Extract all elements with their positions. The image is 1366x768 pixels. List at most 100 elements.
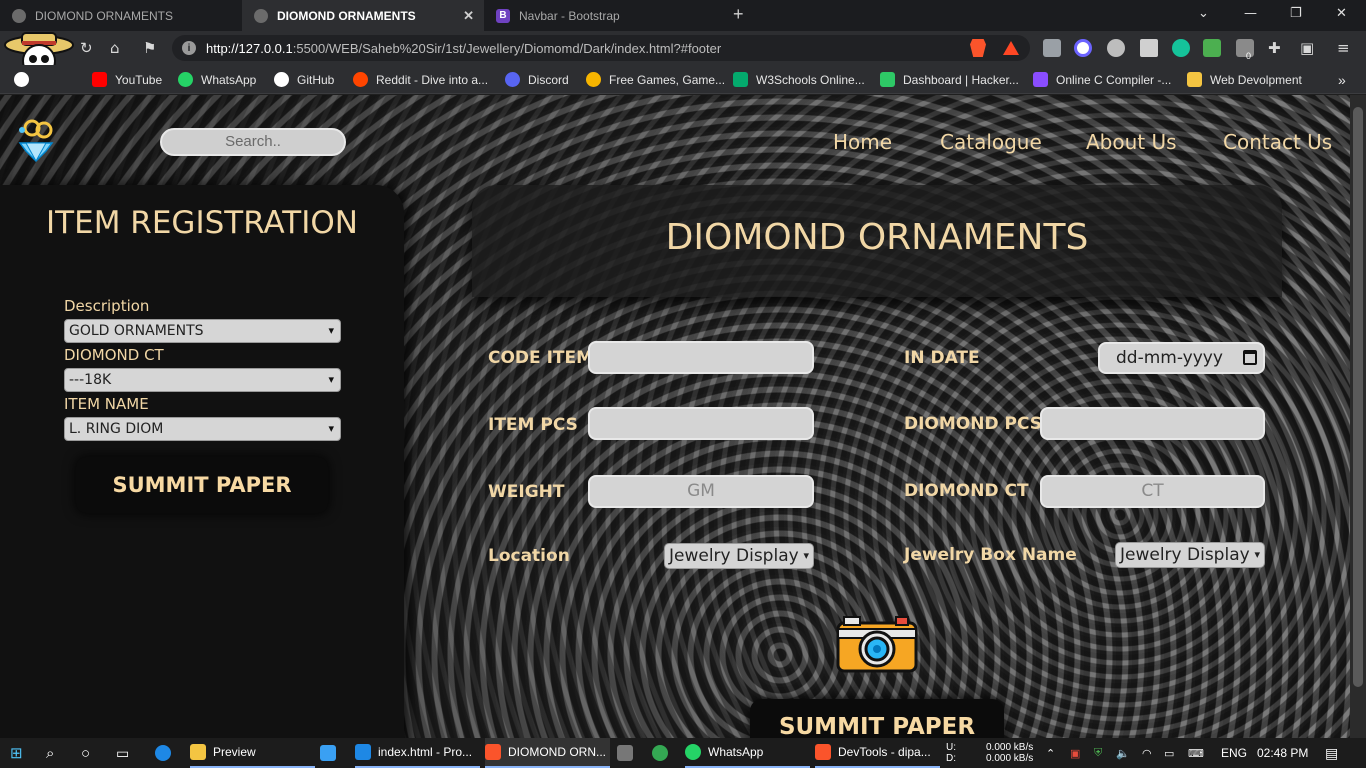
nav-about-us[interactable]: About Us [1086, 130, 1177, 154]
bookmark-reddit[interactable]: Reddit - Dive into a... [353, 72, 488, 87]
taskbar-diomond-ornaments[interactable]: DIOMOND ORN... [485, 738, 610, 768]
extension-block-icon[interactable] [1074, 39, 1092, 57]
terminal-icon [617, 745, 633, 761]
weight-label: WEIGHT [488, 482, 565, 502]
chevron-down-icon: ▾ [1254, 548, 1260, 561]
games-icon [586, 72, 601, 87]
restore-button[interactable]: ❐ [1290, 6, 1302, 21]
chevron-down-icon: ▾ [328, 324, 334, 337]
item-pcs-label: ITEM PCS [488, 415, 578, 435]
code-item-input[interactable] [588, 341, 814, 374]
menu-icon[interactable]: ≡ [1337, 39, 1350, 57]
terminal-app[interactable] [617, 738, 640, 768]
extension-database-icon[interactable] [1140, 39, 1158, 57]
location-select[interactable]: Jewelry Display ▾ [664, 543, 814, 569]
bookmark-hackerrank[interactable]: Dashboard | Hacker... [880, 72, 1019, 87]
home-icon[interactable]: ⌂ [110, 39, 120, 57]
jewellery-logo-icon[interactable] [12, 115, 60, 163]
code-item-label: CODE ITEM [488, 348, 594, 368]
brave-rewards-icon[interactable] [1003, 41, 1019, 55]
cortana-icon[interactable]: ○ [81, 738, 90, 768]
taskbar-preview[interactable]: Preview [190, 738, 315, 768]
minimize-button[interactable]: — [1244, 6, 1257, 21]
search-input[interactable]: Search.. [160, 128, 346, 156]
bookmark-web-devolpment[interactable]: Web Devolpment [1187, 72, 1302, 87]
edge-icon [155, 745, 171, 761]
wallet-icon[interactable]: ▣ [1300, 39, 1314, 57]
form-submit-button[interactable]: SUMMIT PAPER [750, 699, 1004, 738]
scrollbar-thumb[interactable] [1353, 107, 1363, 687]
taskbar-devtools[interactable]: DevTools - dipa... [815, 738, 940, 768]
edge-app[interactable] [155, 738, 178, 768]
camera-icon[interactable] [836, 615, 918, 673]
jewelry-box-select[interactable]: Jewelry Display ▾ [1115, 542, 1265, 568]
grammarly-icon[interactable] [1172, 39, 1190, 57]
battery-icon[interactable]: ▭ [1164, 738, 1174, 768]
security-icon[interactable]: ⛨ [1094, 738, 1102, 768]
taskbar-vscode[interactable]: index.html - Pro... [355, 738, 480, 768]
taskbar-whatsapp[interactable]: WhatsApp [685, 738, 810, 768]
diomond-pcs-input[interactable] [1040, 407, 1265, 440]
reload-icon[interactable]: ↻ [80, 39, 93, 57]
diomond-ct-select[interactable]: ---18K ▾ [64, 368, 341, 392]
language-indicator[interactable]: ENG [1221, 738, 1247, 768]
keyboard-icon[interactable]: ⌨ [1188, 738, 1204, 768]
close-tab-icon[interactable]: ✕ [463, 8, 474, 24]
bookmark-w3schools[interactable]: W3Schools Online... [733, 72, 865, 87]
new-tab-button[interactable]: + [733, 4, 744, 25]
tray-app-icon[interactable]: ▣ [1070, 738, 1080, 768]
tab-search-icon[interactable]: ⌄ [1198, 6, 1209, 21]
url-field[interactable]: i http://127.0.0.1:5500/WEB/Saheb%20Sir/… [172, 35, 1030, 61]
bookmark-google[interactable] [14, 72, 37, 87]
nav-home[interactable]: Home [833, 130, 892, 154]
jewelry-box-name-label: Jewelry Box Name [904, 545, 1077, 565]
chrome-icon [652, 745, 668, 761]
in-date-input[interactable]: dd-mm-yyyy [1098, 342, 1265, 374]
extensions-puzzle-icon[interactable]: ✚ [1268, 39, 1281, 57]
net-up-value: 0.000 kB/s [986, 742, 1034, 753]
left-submit-button[interactable]: SUMMIT PAPER [76, 457, 328, 513]
clock[interactable]: 02:48 PM [1257, 738, 1308, 768]
bookmark-label: W3Schools Online... [756, 72, 865, 87]
net-up-label: U: [946, 742, 956, 753]
diomond-ct-input[interactable]: CT [1040, 475, 1265, 508]
nav-contact-us[interactable]: Contact Us [1223, 130, 1332, 154]
bookmark-github[interactable]: GitHub [274, 72, 334, 87]
bookmark-icon[interactable]: ⚑ [143, 39, 156, 57]
bookmarks-overflow-button[interactable]: » [1338, 72, 1346, 88]
bookmark-free-games[interactable]: Free Games, Game... [586, 72, 725, 87]
tab-title: Navbar - Bootstrap [519, 8, 620, 23]
task-view-icon[interactable]: ▭ [116, 738, 129, 768]
bookmark-label: Reddit - Dive into a... [376, 72, 489, 87]
search-icon[interactable]: ⌕ [46, 738, 54, 768]
calendar-icon[interactable] [1243, 350, 1257, 365]
wifi-icon[interactable]: ◠ [1142, 738, 1152, 768]
hero-banner: DIOMOND ORNAMENTS [472, 185, 1282, 297]
close-window-button[interactable]: ✕ [1336, 6, 1347, 21]
extension-circle-icon[interactable] [1107, 39, 1125, 57]
windows-start-icon[interactable]: ⊞ [10, 738, 23, 768]
page-scrollbar[interactable] [1350, 95, 1366, 738]
extension-badge-icon[interactable] [1236, 39, 1254, 57]
extension-color-icon[interactable] [1203, 39, 1221, 57]
tab-diomond-ornaments-2[interactable]: DIOMOND ORNAMENTS ✕ [242, 0, 484, 31]
bookmark-label: Web Devolpment [1210, 72, 1302, 87]
notification-icon[interactable]: ▤ [1325, 738, 1338, 768]
bookmark-discord[interactable]: Discord [505, 72, 569, 87]
tab-navbar-bootstrap[interactable]: B Navbar - Bootstrap [484, 0, 722, 31]
bookmark-online-c-compiler[interactable]: Online C Compiler -... [1033, 72, 1171, 87]
store-app[interactable] [320, 738, 343, 768]
chrome-app[interactable] [652, 738, 675, 768]
site-info-icon[interactable]: i [182, 41, 196, 55]
bookmark-whatsapp[interactable]: WhatsApp [178, 72, 256, 87]
item-name-select[interactable]: L. RING DIOM ▾ [64, 417, 341, 441]
description-select[interactable]: GOLD ORNAMENTS ▾ [64, 319, 341, 343]
volume-icon[interactable]: 🔈 [1116, 738, 1130, 768]
item-pcs-input[interactable] [588, 407, 814, 440]
bookmark-youtube[interactable]: YouTube [92, 72, 162, 87]
extension-screenshot-icon[interactable] [1043, 39, 1061, 57]
globe-icon [12, 8, 26, 23]
nav-catalogue[interactable]: Catalogue [940, 130, 1042, 154]
tray-overflow-icon[interactable]: ⌃ [1046, 738, 1055, 768]
weight-input[interactable]: GM [588, 475, 814, 508]
